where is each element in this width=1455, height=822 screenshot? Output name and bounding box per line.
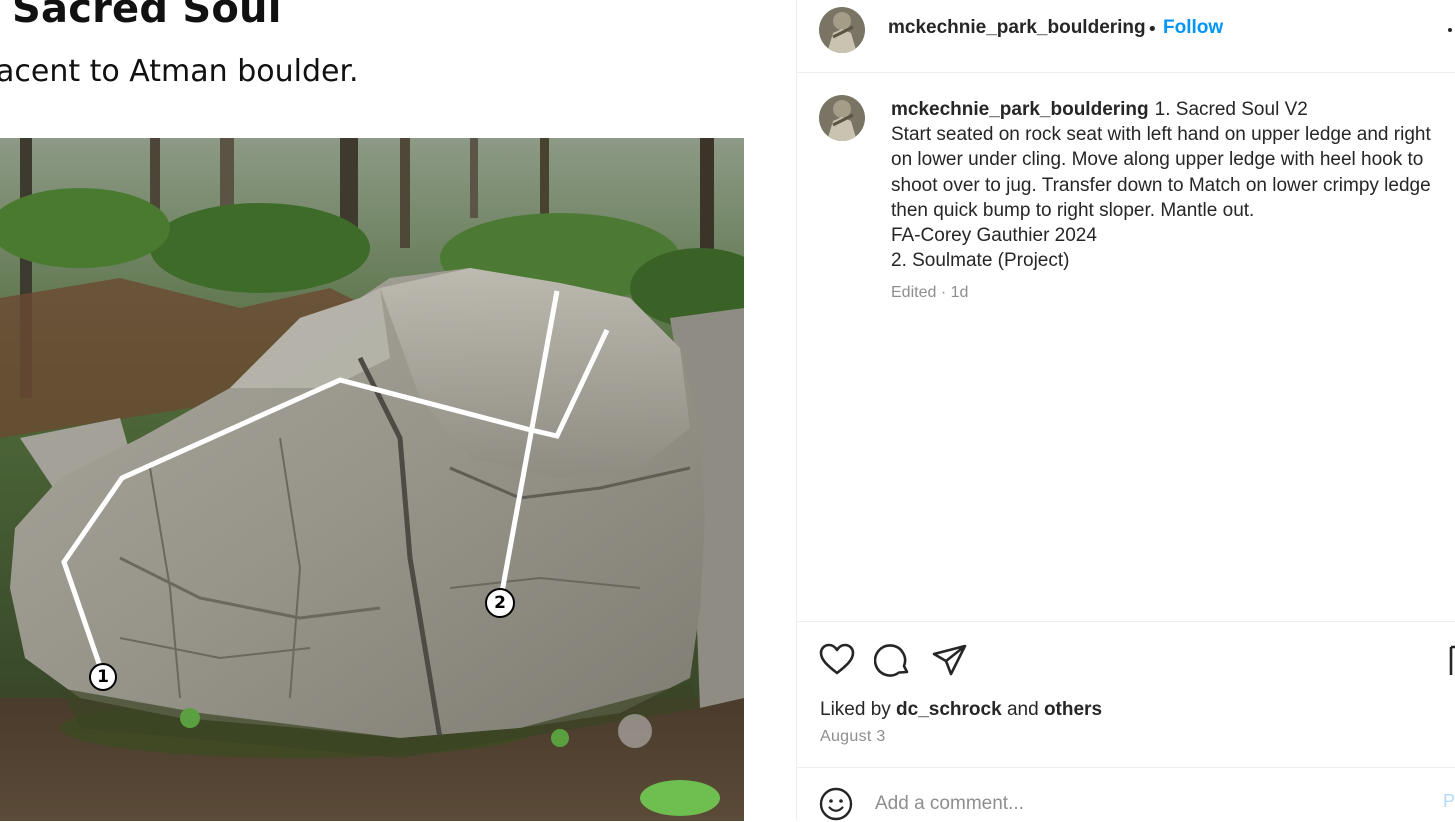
caption-line: 2. Soulmate (Project) bbox=[891, 250, 1070, 272]
caption-meta: Edited · 1d bbox=[891, 280, 1455, 305]
follow-button[interactable]: Follow bbox=[1163, 17, 1223, 39]
smiley-icon[interactable] bbox=[818, 786, 854, 822]
route-marker-1: 1 bbox=[89, 663, 117, 691]
caption-username[interactable]: mckechnie_park_bouldering bbox=[891, 99, 1149, 120]
caption-first-line: mckechnie_park_bouldering 1. Sacred Soul … bbox=[891, 97, 1455, 122]
comment-input[interactable] bbox=[875, 789, 1415, 819]
likes-middle: and bbox=[1001, 699, 1044, 720]
route-marker-1-label: 1 bbox=[97, 667, 109, 687]
post-comment-button[interactable]: Po bbox=[1443, 791, 1455, 812]
post-header: mckechnie_park_bouldering • Follow bbox=[797, 0, 1455, 73]
post-date[interactable]: August 3 bbox=[820, 728, 886, 746]
liker-username[interactable]: dc_schrock bbox=[896, 699, 1002, 720]
post-caption: mckechnie_park_bouldering 1. Sacred Soul … bbox=[797, 73, 1455, 621]
post-panel: mckechnie_park_bouldering • Follow mckec… bbox=[796, 0, 1455, 821]
likes-others-link[interactable]: others bbox=[1044, 699, 1102, 720]
edited-label: Edited bbox=[891, 284, 937, 302]
heart-icon[interactable] bbox=[818, 641, 856, 679]
caption-line: shoot over to jug. Transfer down to Matc… bbox=[891, 174, 1431, 196]
caption-line: then quick bump to right sloper. Mantle … bbox=[891, 199, 1255, 221]
caption-line: FA-Corey Gauthier 2024 bbox=[891, 225, 1097, 247]
bookmark-icon[interactable] bbox=[1447, 641, 1455, 679]
time-ago[interactable]: 1d bbox=[951, 284, 969, 301]
caption-avatar[interactable] bbox=[819, 95, 865, 141]
likes-summary: Liked by dc_schrock and others bbox=[820, 699, 1102, 721]
media-subtitle: acent to Atman boulder. bbox=[0, 54, 359, 89]
header-separator: • bbox=[1147, 19, 1158, 40]
caption-line: Start seated on rock seat with left hand… bbox=[891, 124, 1431, 146]
post-actions: Liked by dc_schrock and others August 3 bbox=[797, 621, 1455, 768]
caption-line: on lower under cling. Move along upper l… bbox=[891, 149, 1424, 171]
meta-separator: · bbox=[936, 284, 951, 302]
paper-plane-icon[interactable] bbox=[931, 641, 969, 679]
avatar[interactable] bbox=[819, 7, 865, 53]
media-title: Sacred Soul bbox=[12, 0, 282, 32]
likes-prefix: Liked by bbox=[820, 699, 897, 720]
post-media: Sacred Soul acent to Atman boulder. 1 2 bbox=[0, 0, 796, 821]
boulder-photo[interactable]: 1 2 bbox=[0, 138, 744, 821]
caption-route-title: 1. Sacred Soul V2 bbox=[1154, 99, 1308, 120]
header-username[interactable]: mckechnie_park_bouldering bbox=[888, 17, 1146, 39]
comment-bar: Po bbox=[797, 767, 1455, 821]
route-marker-2: 2 bbox=[485, 588, 515, 618]
more-dots-icon[interactable] bbox=[1448, 28, 1455, 32]
speech-bubble-icon[interactable] bbox=[874, 641, 912, 679]
caption-text: mckechnie_park_bouldering 1. Sacred Soul … bbox=[891, 97, 1455, 306]
route-marker-2-label: 2 bbox=[494, 593, 506, 613]
